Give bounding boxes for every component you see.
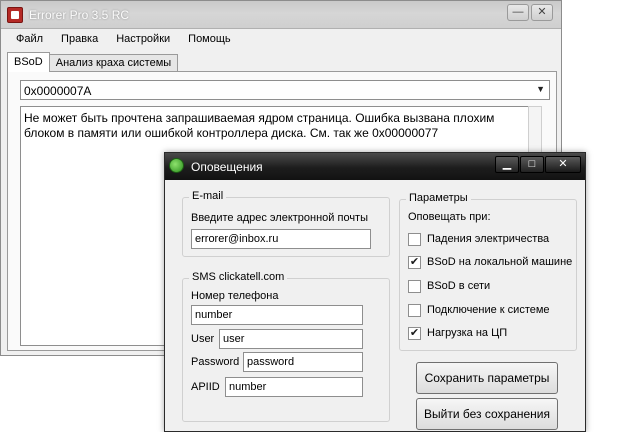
checkbox-checked[interactable]: ✔ [408,326,421,340]
app-icon [7,7,23,23]
email-field[interactable]: errorer@inbox.ru [191,229,371,249]
dialog-title-bar[interactable]: Оповещения ▁ □ ✕ [165,153,585,180]
notify-label: Оповещать при: [408,211,491,223]
sms-group: SMS clickatell.com Номер телефона number… [182,271,390,422]
password-field[interactable]: password [243,352,363,372]
password-label: Password [191,356,240,368]
user-label: User [191,333,215,345]
option-label: Падения электричества [427,233,550,245]
notifications-dialog: Оповещения ▁ □ ✕ E-mail Введите адрес эл… [164,152,586,432]
tab-bsod[interactable]: BSoD [7,52,50,72]
email-label: Введите адрес электронной почты [191,212,369,224]
main-window-title: Errorer Pro 3.5 RC [29,8,130,22]
option-cpu-load[interactable]: ✔ Нагрузка на ЦП [408,325,507,341]
dialog-close-button[interactable]: ✕ [545,156,581,173]
checkbox[interactable] [408,303,421,317]
params-group: Параметры Оповещать при: Падения электри… [399,192,577,351]
params-legend: Параметры [406,192,471,204]
tab-crash-analysis[interactable]: Анализ краха системы [48,54,179,72]
checkbox[interactable] [408,279,421,293]
menu-bar: Файл Правка Настройки Помощь [1,30,561,50]
option-label: BSoD на локальной машине [427,256,573,268]
error-code-select[interactable]: 0x0000007A ▼ [20,80,550,100]
email-group: E-mail Введите адрес электронной почты e… [182,190,390,257]
error-code-value: 0x0000007A [24,84,92,98]
exit-without-saving-button[interactable]: Выйти без сохранения [416,398,558,430]
user-field[interactable]: user [219,329,363,349]
email-legend: E-mail [189,190,227,202]
main-title-bar[interactable]: Errorer Pro 3.5 RC — ✕ [1,1,561,29]
chevron-down-icon[interactable]: ▼ [536,84,545,94]
option-power-failure[interactable]: Падения электричества [408,231,549,247]
notification-icon [169,158,184,173]
sms-legend: SMS clickatell.com [189,271,288,283]
option-label: Нагрузка на ЦП [427,327,508,339]
phone-field[interactable]: number [191,305,363,325]
dialog-minimize-button[interactable]: ▁ [495,156,519,173]
menu-settings[interactable]: Настройки [107,30,179,50]
checkbox[interactable] [408,232,421,246]
option-bsod-network[interactable]: BSoD в сети [408,278,490,294]
close-button[interactable]: ✕ [531,4,553,21]
dialog-maximize-button[interactable]: □ [520,156,544,173]
tab-strip: BSoD Анализ краха системы [7,52,179,72]
minimize-button[interactable]: — [507,4,529,21]
option-label: BSoD в сети [427,280,491,292]
save-settings-button[interactable]: Сохранить параметры [416,362,558,394]
phone-label: Номер телефона [191,290,279,302]
dialog-title: Оповещения [191,160,263,174]
menu-file[interactable]: Файл [7,30,52,50]
option-label: Подключение к системе [427,304,550,316]
apiid-label: APIID [191,381,220,393]
option-bsod-local[interactable]: ✔ BSoD на локальной машине [408,254,572,270]
menu-edit[interactable]: Правка [52,30,107,50]
menu-help[interactable]: Помощь [179,30,240,50]
checkbox-checked[interactable]: ✔ [408,255,421,269]
apiid-field[interactable]: number [225,377,363,397]
option-system-connect[interactable]: Подключение к системе [408,302,550,318]
